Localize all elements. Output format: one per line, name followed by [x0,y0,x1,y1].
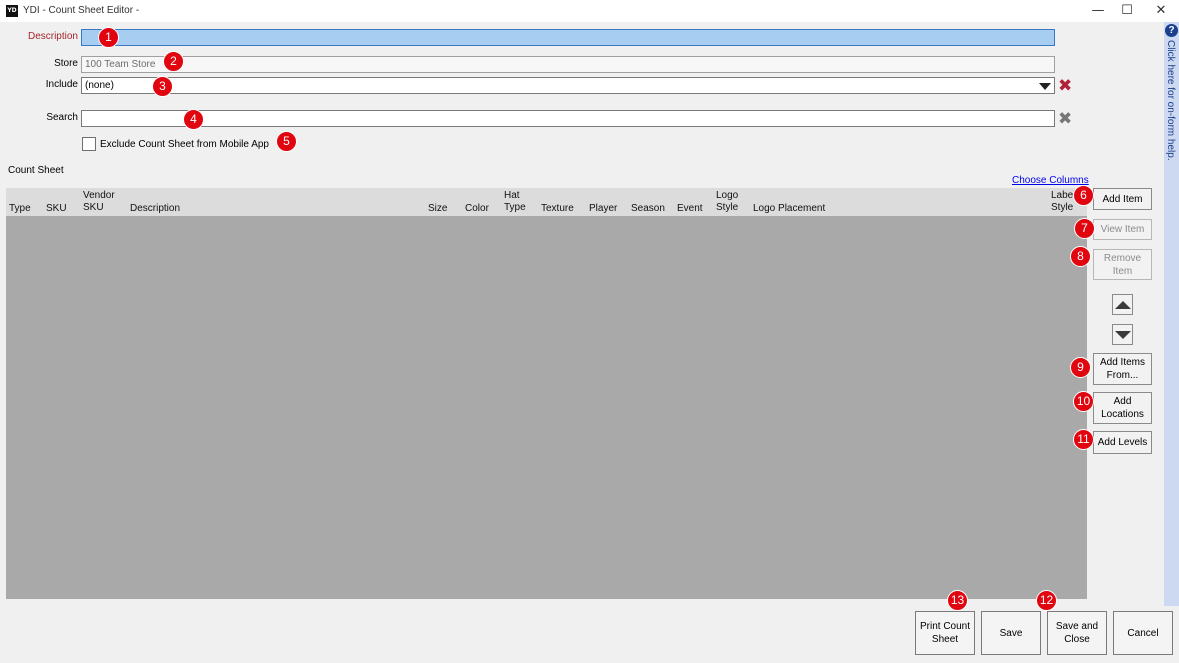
callout-badge: 4 [183,109,204,130]
column-header-type[interactable]: Type [9,203,31,215]
column-header-sku[interactable]: SKU [46,203,67,215]
app-logo-icon: YD [6,5,18,17]
exclude-mobile-checkbox[interactable] [82,137,96,151]
add-item-button[interactable]: Add Item [1093,188,1152,210]
column-header-logo-placement[interactable]: Logo Placement [753,203,825,215]
callout-badge: 5 [276,131,297,152]
minimize-icon[interactable]: — [1083,0,1113,22]
column-header-description[interactable]: Description [130,203,180,215]
help-link[interactable]: Click here for on-form help. [1165,40,1176,161]
store-label: Store [54,58,78,69]
move-down-button[interactable] [1112,324,1133,345]
store-field: 100 Team Store [81,56,1055,73]
column-header-size[interactable]: Size [428,203,447,215]
column-header-color[interactable]: Color [465,203,489,215]
callout-badge: 10 [1073,391,1094,412]
count-sheet-title: Count Sheet [8,165,64,176]
remove-item-button[interactable]: Remove Item [1093,249,1152,280]
include-clear-icon[interactable]: ✖ [1058,78,1072,95]
column-header-hat-type[interactable]: Hat Type [504,190,530,214]
callout-badge: 9 [1070,357,1091,378]
cancel-button[interactable]: Cancel [1113,611,1173,655]
count-sheet-grid[interactable]: Type SKU Vendor SKU Description Size Col… [6,188,1087,599]
print-count-sheet-button[interactable]: Print Count Sheet [915,611,975,655]
save-button[interactable]: Save [981,611,1041,655]
close-icon[interactable]: ✕ [1146,0,1176,22]
description-input[interactable] [81,29,1055,46]
add-levels-button[interactable]: Add Levels [1093,431,1152,454]
search-label: Search [46,112,78,123]
chevron-down-icon[interactable] [1039,83,1051,90]
column-header-player[interactable]: Player [589,203,617,215]
add-items-from-button[interactable]: Add Items From... [1093,353,1152,385]
grid-header: Type SKU Vendor SKU Description Size Col… [6,188,1087,216]
move-up-button[interactable] [1112,294,1133,315]
callout-badge: 13 [947,590,968,611]
add-locations-button[interactable]: Add Locations [1093,392,1152,424]
column-header-logo-style[interactable]: Logo Style [716,190,746,214]
arrow-down-icon [1115,331,1131,339]
search-clear-icon[interactable]: ✖ [1058,111,1072,128]
column-header-vendor-sku[interactable]: Vendor SKU [83,190,123,214]
include-selected-value: (none) [85,80,114,91]
help-strip[interactable]: ? Click here for on-form help. [1164,22,1179,606]
window-title: YDI - Count Sheet Editor - [23,5,140,16]
include-select[interactable]: (none) [81,77,1055,94]
callout-badge: 7 [1074,218,1095,239]
title-bar: YD YDI - Count Sheet Editor - — ☐ ✕ [0,0,1179,22]
help-icon[interactable]: ? [1165,24,1178,37]
callout-badge: 2 [163,51,184,72]
callout-badge: 1 [98,27,119,48]
save-and-close-button[interactable]: Save and Close [1047,611,1107,655]
column-header-season[interactable]: Season [631,203,665,215]
include-label: Include [45,79,78,90]
view-item-button[interactable]: View Item [1093,219,1152,240]
search-input[interactable] [81,110,1055,127]
column-header-texture[interactable]: Texture [541,203,574,215]
callout-badge: 12 [1036,590,1057,611]
arrow-up-icon [1115,301,1131,309]
callout-badge: 6 [1073,185,1094,206]
callout-badge: 8 [1070,246,1091,267]
column-header-event[interactable]: Event [677,203,703,215]
description-label: Description [27,31,78,42]
exclude-mobile-label[interactable]: Exclude Count Sheet from Mobile App [100,139,269,150]
callout-badge: 3 [152,76,173,97]
maximize-icon[interactable]: ☐ [1112,0,1142,22]
callout-badge: 11 [1073,429,1094,450]
choose-columns-link[interactable]: Choose Columns [1012,175,1089,186]
